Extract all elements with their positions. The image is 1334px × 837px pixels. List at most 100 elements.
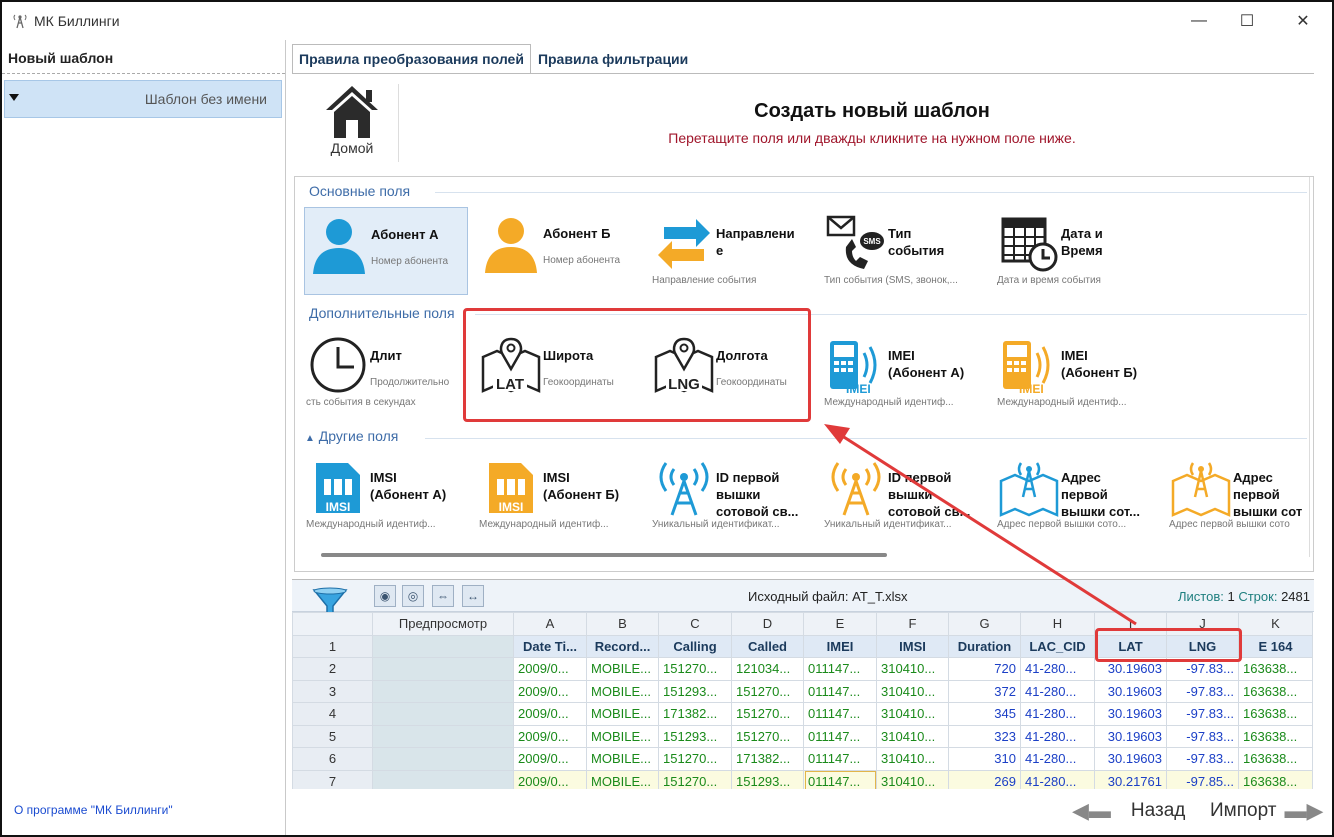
table-cell[interactable]: 011147...	[803, 702, 877, 726]
table-cell[interactable]: 011147...	[803, 769, 877, 789]
table-cell[interactable]: 151270...	[658, 769, 732, 789]
table-cell[interactable]: MOBILE...	[586, 724, 659, 748]
table-cell[interactable]: MOBILE...	[586, 679, 659, 703]
table-cell[interactable]: 30.19603	[1094, 747, 1167, 771]
table-cell[interactable]: 41-280...	[1020, 657, 1095, 681]
table-cell[interactable]: -97.83...	[1166, 679, 1239, 703]
board-horizontal-scrollbar[interactable]	[321, 553, 887, 557]
field-imei-b[interactable]: IMEI IMEI (Абонент Б) Международный иден…	[995, 329, 1159, 417]
table-cell[interactable]: 41-280...	[1020, 747, 1095, 771]
table-cell[interactable]: 011147...	[803, 747, 877, 771]
field-tower-address-b[interactable]: Адрес первой вышки сот Адрес первой вышк…	[1167, 451, 1309, 539]
table-cell[interactable]: MOBILE...	[586, 769, 659, 789]
row-number[interactable]: 6	[292, 747, 373, 771]
tab-field-rules[interactable]: Правила преобразования полей	[292, 44, 531, 74]
table-cell[interactable]: 151270...	[658, 747, 732, 771]
column-letter[interactable]: G	[948, 612, 1021, 636]
column-letter[interactable]: H	[1020, 612, 1095, 636]
preview-eye-icon[interactable]: ◉	[374, 585, 396, 607]
table-cell[interactable]: 171382...	[658, 702, 732, 726]
table-cell[interactable]: MOBILE...	[586, 657, 659, 681]
row-number[interactable]: 3	[292, 679, 373, 703]
preview-column-header[interactable]: Предпросмотр	[372, 612, 514, 636]
header-cell[interactable]: IMSI	[876, 634, 949, 658]
field-imsi-b[interactable]: IMSI IMSI (Абонент Б) Международный иден…	[477, 451, 641, 539]
expand-arrow-icon[interactable]	[9, 94, 19, 101]
field-imei-a[interactable]: IMEI IMEI (Абонент А) Международный иден…	[822, 329, 986, 417]
group-other-title[interactable]: ▲ Другие поля	[305, 428, 398, 444]
table-cell[interactable]: 30.19603	[1094, 724, 1167, 748]
column-letter[interactable]: B	[586, 612, 659, 636]
field-direction[interactable]: Направлени е Направление события	[650, 207, 814, 295]
header-cell[interactable]: LAC_CID	[1020, 634, 1095, 658]
table-cell[interactable]: 151270...	[731, 702, 804, 726]
table-cell[interactable]: -97.83...	[1166, 747, 1239, 771]
header-cell[interactable]: Duration	[948, 634, 1021, 658]
table-cell[interactable]: 30.19603	[1094, 702, 1167, 726]
collapse-arrow-icon[interactable]: ▲	[305, 433, 315, 444]
table-cell[interactable]: 171382...	[731, 747, 804, 771]
field-tower-address-a[interactable]: Адрес первой вышки сот... Адрес первой в…	[995, 451, 1159, 539]
fit-width-icon[interactable]: ↔	[462, 585, 484, 607]
table-cell[interactable]: 151270...	[731, 724, 804, 748]
table-cell[interactable]: 310410...	[876, 724, 949, 748]
header-cell[interactable]: Calling	[658, 634, 732, 658]
table-cell[interactable]: 151293...	[658, 679, 732, 703]
column-letter[interactable]: F	[876, 612, 949, 636]
table-cell[interactable]: 011147...	[803, 657, 877, 681]
row-number[interactable]: 2	[292, 657, 373, 681]
field-tower-id-b[interactable]: ID первой вышки сотовой св... Уникальный…	[822, 451, 986, 539]
header-cell[interactable]: Called	[731, 634, 804, 658]
table-cell[interactable]: 151293...	[658, 724, 732, 748]
row-number[interactable]: 7	[292, 769, 373, 789]
table-cell[interactable]: 2009/0...	[513, 657, 587, 681]
field-duration[interactable]: Длит Продолжительно сть события в секунд…	[304, 329, 468, 417]
header-cell[interactable]: E 164	[1238, 634, 1313, 658]
table-cell[interactable]: 151270...	[731, 679, 804, 703]
table-cell[interactable]: 011147...	[803, 724, 877, 748]
back-button[interactable]: ◀▬ Назад	[1072, 798, 1185, 824]
table-cell[interactable]: 163638...	[1238, 679, 1313, 703]
field-subscriber-b[interactable]: Абонент Б Номер абонента	[477, 207, 641, 295]
minimize-icon[interactable]: —	[1176, 2, 1222, 40]
header-cell[interactable]: Date Ti...	[513, 634, 587, 658]
table-cell[interactable]: 151293...	[731, 769, 804, 789]
columns-icon[interactable]: ⇔	[432, 585, 454, 607]
row-number[interactable]: 4	[292, 702, 373, 726]
table-cell[interactable]: 30.19603	[1094, 679, 1167, 703]
table-cell[interactable]: 163638...	[1238, 747, 1313, 771]
table-cell[interactable]: 310410...	[876, 747, 949, 771]
table-cell[interactable]: 163638...	[1238, 724, 1313, 748]
table-cell[interactable]: 41-280...	[1020, 702, 1095, 726]
field-event-type[interactable]: SMS Тип события Тип события (SMS, звонок…	[822, 207, 986, 295]
field-imsi-a[interactable]: IMSI IMSI (Абонент А) Международный иден…	[304, 451, 468, 539]
preview-eye-alt-icon[interactable]: ◎	[402, 585, 424, 607]
table-cell[interactable]: 011147...	[803, 679, 877, 703]
table-cell[interactable]: 151270...	[658, 657, 732, 681]
table-cell[interactable]: 2009/0...	[513, 679, 587, 703]
maximize-icon[interactable]: ☐	[1224, 2, 1270, 40]
table-cell[interactable]: MOBILE...	[586, 747, 659, 771]
import-button[interactable]: Импорт ▬▶	[1210, 798, 1323, 824]
row-number[interactable]: 1	[292, 634, 373, 658]
header-cell[interactable]: IMEI	[803, 634, 877, 658]
table-cell[interactable]: 310	[948, 747, 1021, 771]
table-cell[interactable]: -97.85...	[1166, 769, 1239, 789]
row-number[interactable]: 5	[292, 724, 373, 748]
header-cell[interactable]: Record...	[586, 634, 659, 658]
table-cell[interactable]: 2009/0...	[513, 769, 587, 789]
column-letter[interactable]: D	[731, 612, 804, 636]
field-tower-id-a[interactable]: ID первой вышки сотовой св... Уникальный…	[650, 451, 814, 539]
tab-filter-rules[interactable]: Правила фильтрации	[531, 44, 695, 74]
table-cell[interactable]: MOBILE...	[586, 702, 659, 726]
column-letter[interactable]: E	[803, 612, 877, 636]
table-cell[interactable]: 163638...	[1238, 702, 1313, 726]
table-cell[interactable]: 310410...	[876, 769, 949, 789]
table-cell[interactable]: 310410...	[876, 679, 949, 703]
table-cell[interactable]: 41-280...	[1020, 724, 1095, 748]
table-cell[interactable]: 720	[948, 657, 1021, 681]
table-cell[interactable]: 2009/0...	[513, 724, 587, 748]
table-cell[interactable]: 372	[948, 679, 1021, 703]
table-cell[interactable]: 345	[948, 702, 1021, 726]
table-cell[interactable]: -97.83...	[1166, 724, 1239, 748]
